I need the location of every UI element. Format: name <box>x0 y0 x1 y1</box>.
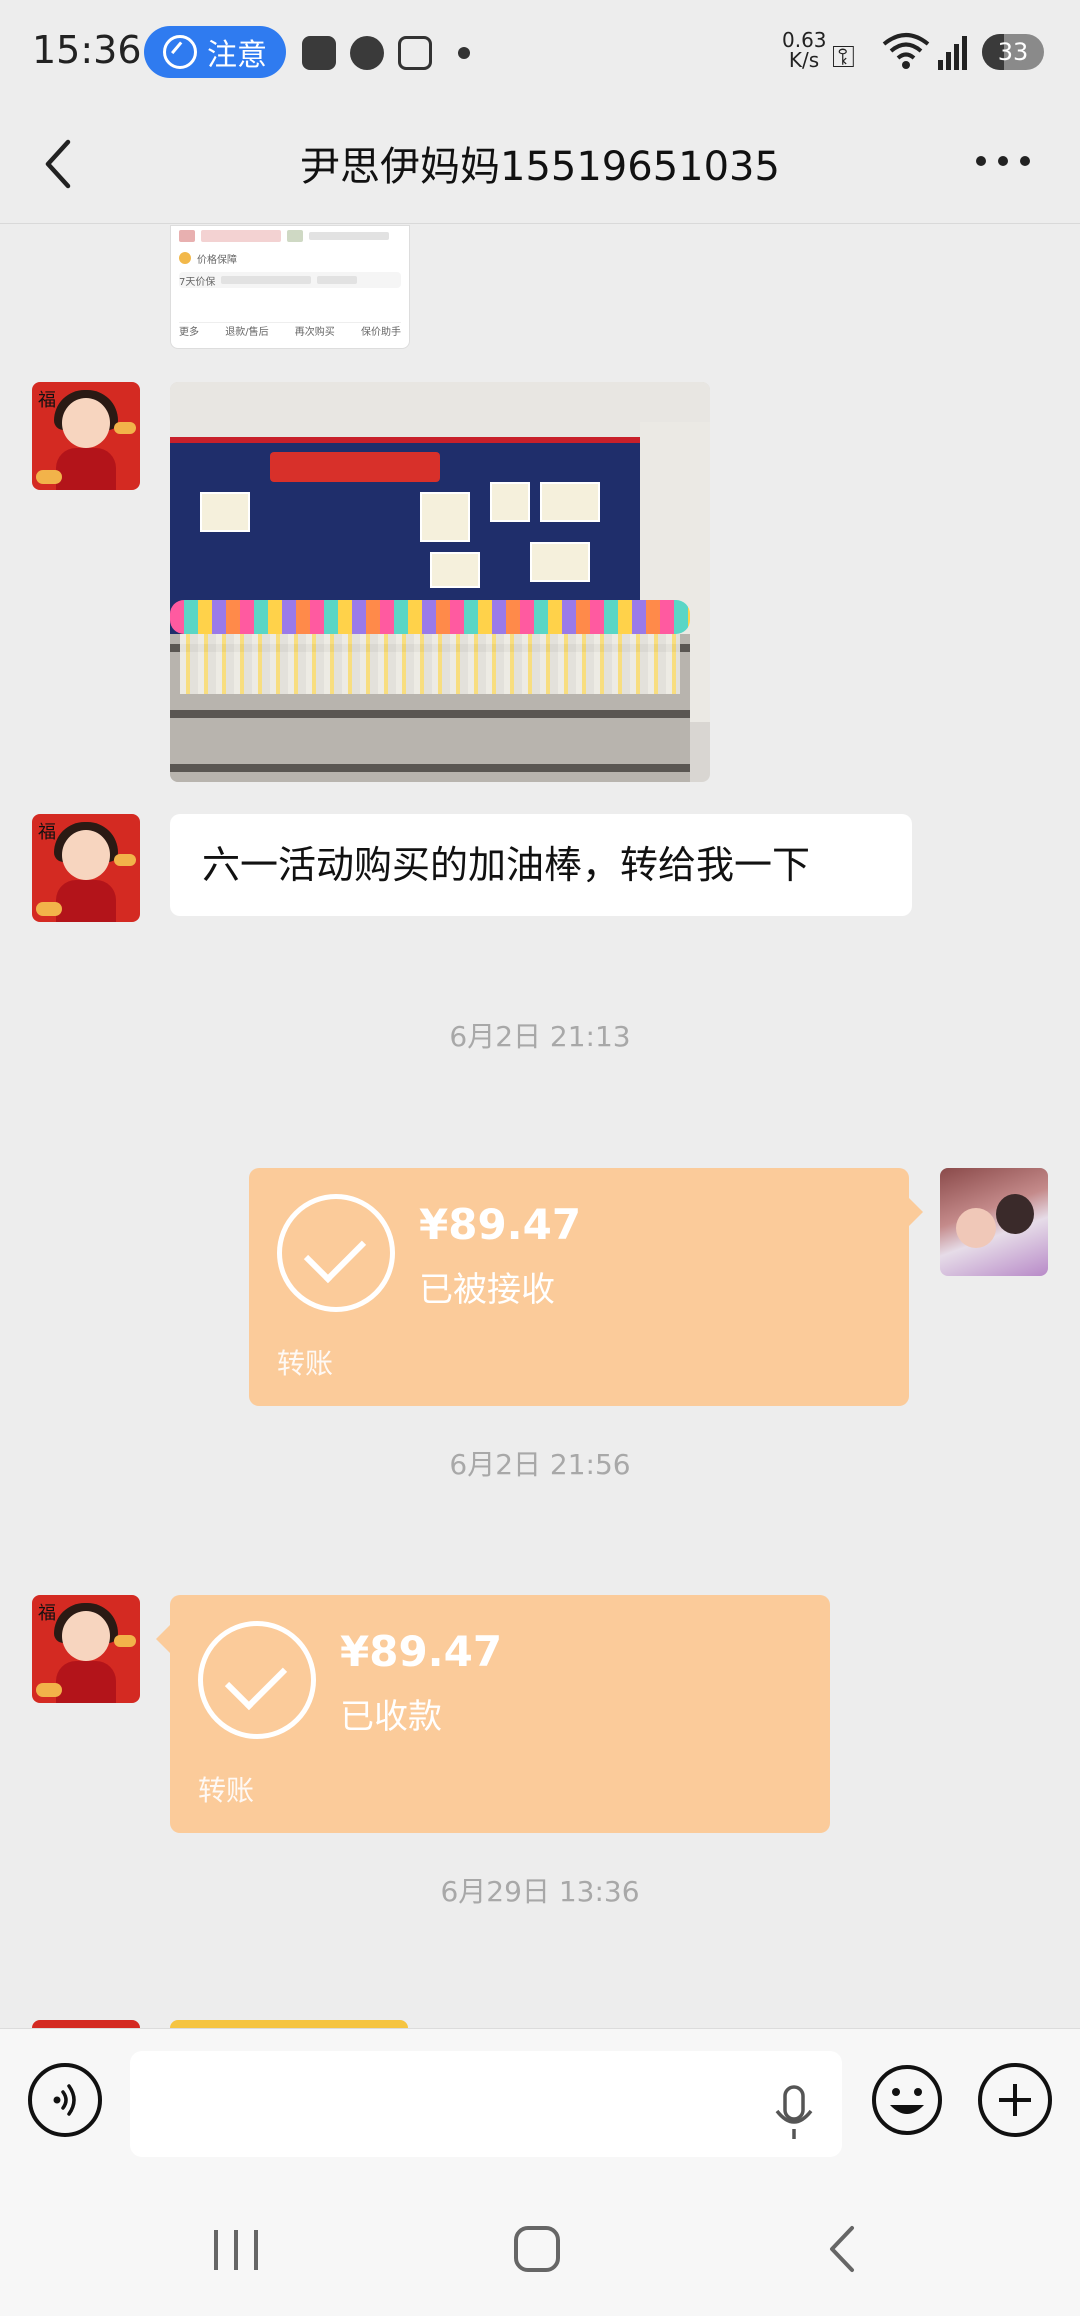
snippet-footer-1: 更多 <box>179 327 199 338</box>
transfer-label: 转账 <box>198 1774 255 1807</box>
snippet-line2: 价格保障 <box>197 254 237 266</box>
voice-icon[interactable] <box>28 2063 102 2137</box>
timestamp: 6月2日 21:56 <box>449 1448 631 1481</box>
notice-label: 注意 <box>207 38 267 73</box>
mic-icon[interactable] <box>772 2085 816 2141</box>
status-time: 15:36 <box>32 28 142 72</box>
wifi-icon <box>882 33 930 69</box>
check-circle-icon <box>198 1621 316 1739</box>
battery-indicator: 33 <box>982 34 1044 70</box>
back-chevron-icon[interactable] <box>40 134 80 194</box>
home-icon[interactable] <box>514 2226 560 2272</box>
cell-signal-icon <box>938 36 967 70</box>
snippet-footer-3: 再次购买 <box>294 327 335 338</box>
scan-app-icon <box>398 36 432 70</box>
transfer-sent-card[interactable]: ¥89.47 已被接收 转账 <box>249 1168 923 1406</box>
order-screenshot-image[interactable]: 价格保障 7天价保 更多 退款/售后 再次购买 保价助手 <box>170 225 410 349</box>
text-message-bubble[interactable]: 六一活动购买的加油棒，转给我一下 <box>170 814 912 916</box>
emoji-icon[interactable] <box>870 2063 944 2137</box>
chat-header: 尹思伊妈妈15519651035 <box>0 104 1080 224</box>
message-card-partial[interactable] <box>170 2020 408 2028</box>
timestamp: 6月29日 13:36 <box>440 1875 640 1908</box>
recent-apps-icon[interactable] <box>214 2230 258 2270</box>
network-speed-value: 0.63 <box>782 28 827 52</box>
more-notifications-dot <box>458 47 470 59</box>
classroom-photo[interactable] <box>170 382 710 782</box>
snippet-footer-4: 保价助手 <box>360 327 401 338</box>
status-bar: 15:36 注意 0.63 K/s ⚿ 33 <box>0 0 1080 104</box>
key-icon: ⚿ <box>832 40 855 75</box>
contact-avatar[interactable]: 福 <box>32 382 140 490</box>
transfer-received-card[interactable]: ¥89.47 已收款 转账 <box>156 1595 830 1833</box>
transfer-amount: ¥89.47 <box>419 1200 582 1249</box>
battery-level: 33 <box>997 38 1029 66</box>
transfer-amount: ¥89.47 <box>340 1627 503 1676</box>
check-circle-icon <box>277 1194 395 1312</box>
contact-avatar[interactable] <box>32 2020 140 2028</box>
self-avatar[interactable] <box>940 1168 1048 1276</box>
system-nav-bar <box>0 2160 1080 2316</box>
network-speed-unit: K/s <box>788 48 820 72</box>
nav-back-icon[interactable] <box>822 2224 862 2274</box>
snippet-tag: 7天价保 <box>179 276 216 288</box>
plus-icon[interactable] <box>978 2063 1052 2137</box>
contact-avatar[interactable]: 福 <box>32 1595 140 1703</box>
compass-icon <box>163 35 197 69</box>
check-app-icon <box>302 36 336 70</box>
transfer-status: 已被接收 <box>419 1270 555 1310</box>
more-dots-icon[interactable] <box>976 156 1032 172</box>
message-input[interactable] <box>130 2051 842 2157</box>
contact-avatar[interactable]: 福 <box>32 814 140 922</box>
snippet-footer-2: 退款/售后 <box>225 327 269 338</box>
notice-pill[interactable]: 注意 <box>144 26 286 78</box>
message-app-icon <box>350 36 384 70</box>
message-list[interactable]: 价格保障 7天价保 更多 退款/售后 再次购买 保价助手 福 福 六一活动购买的… <box>0 225 1080 2028</box>
chat-title: 尹思伊妈妈15519651035 <box>300 144 780 190</box>
network-speed: 0.63 K/s <box>782 28 827 72</box>
input-bar <box>0 2028 1080 2160</box>
transfer-label: 转账 <box>277 1347 334 1380</box>
transfer-status: 已收款 <box>340 1697 442 1737</box>
timestamp: 6月2日 21:13 <box>449 1020 631 1053</box>
